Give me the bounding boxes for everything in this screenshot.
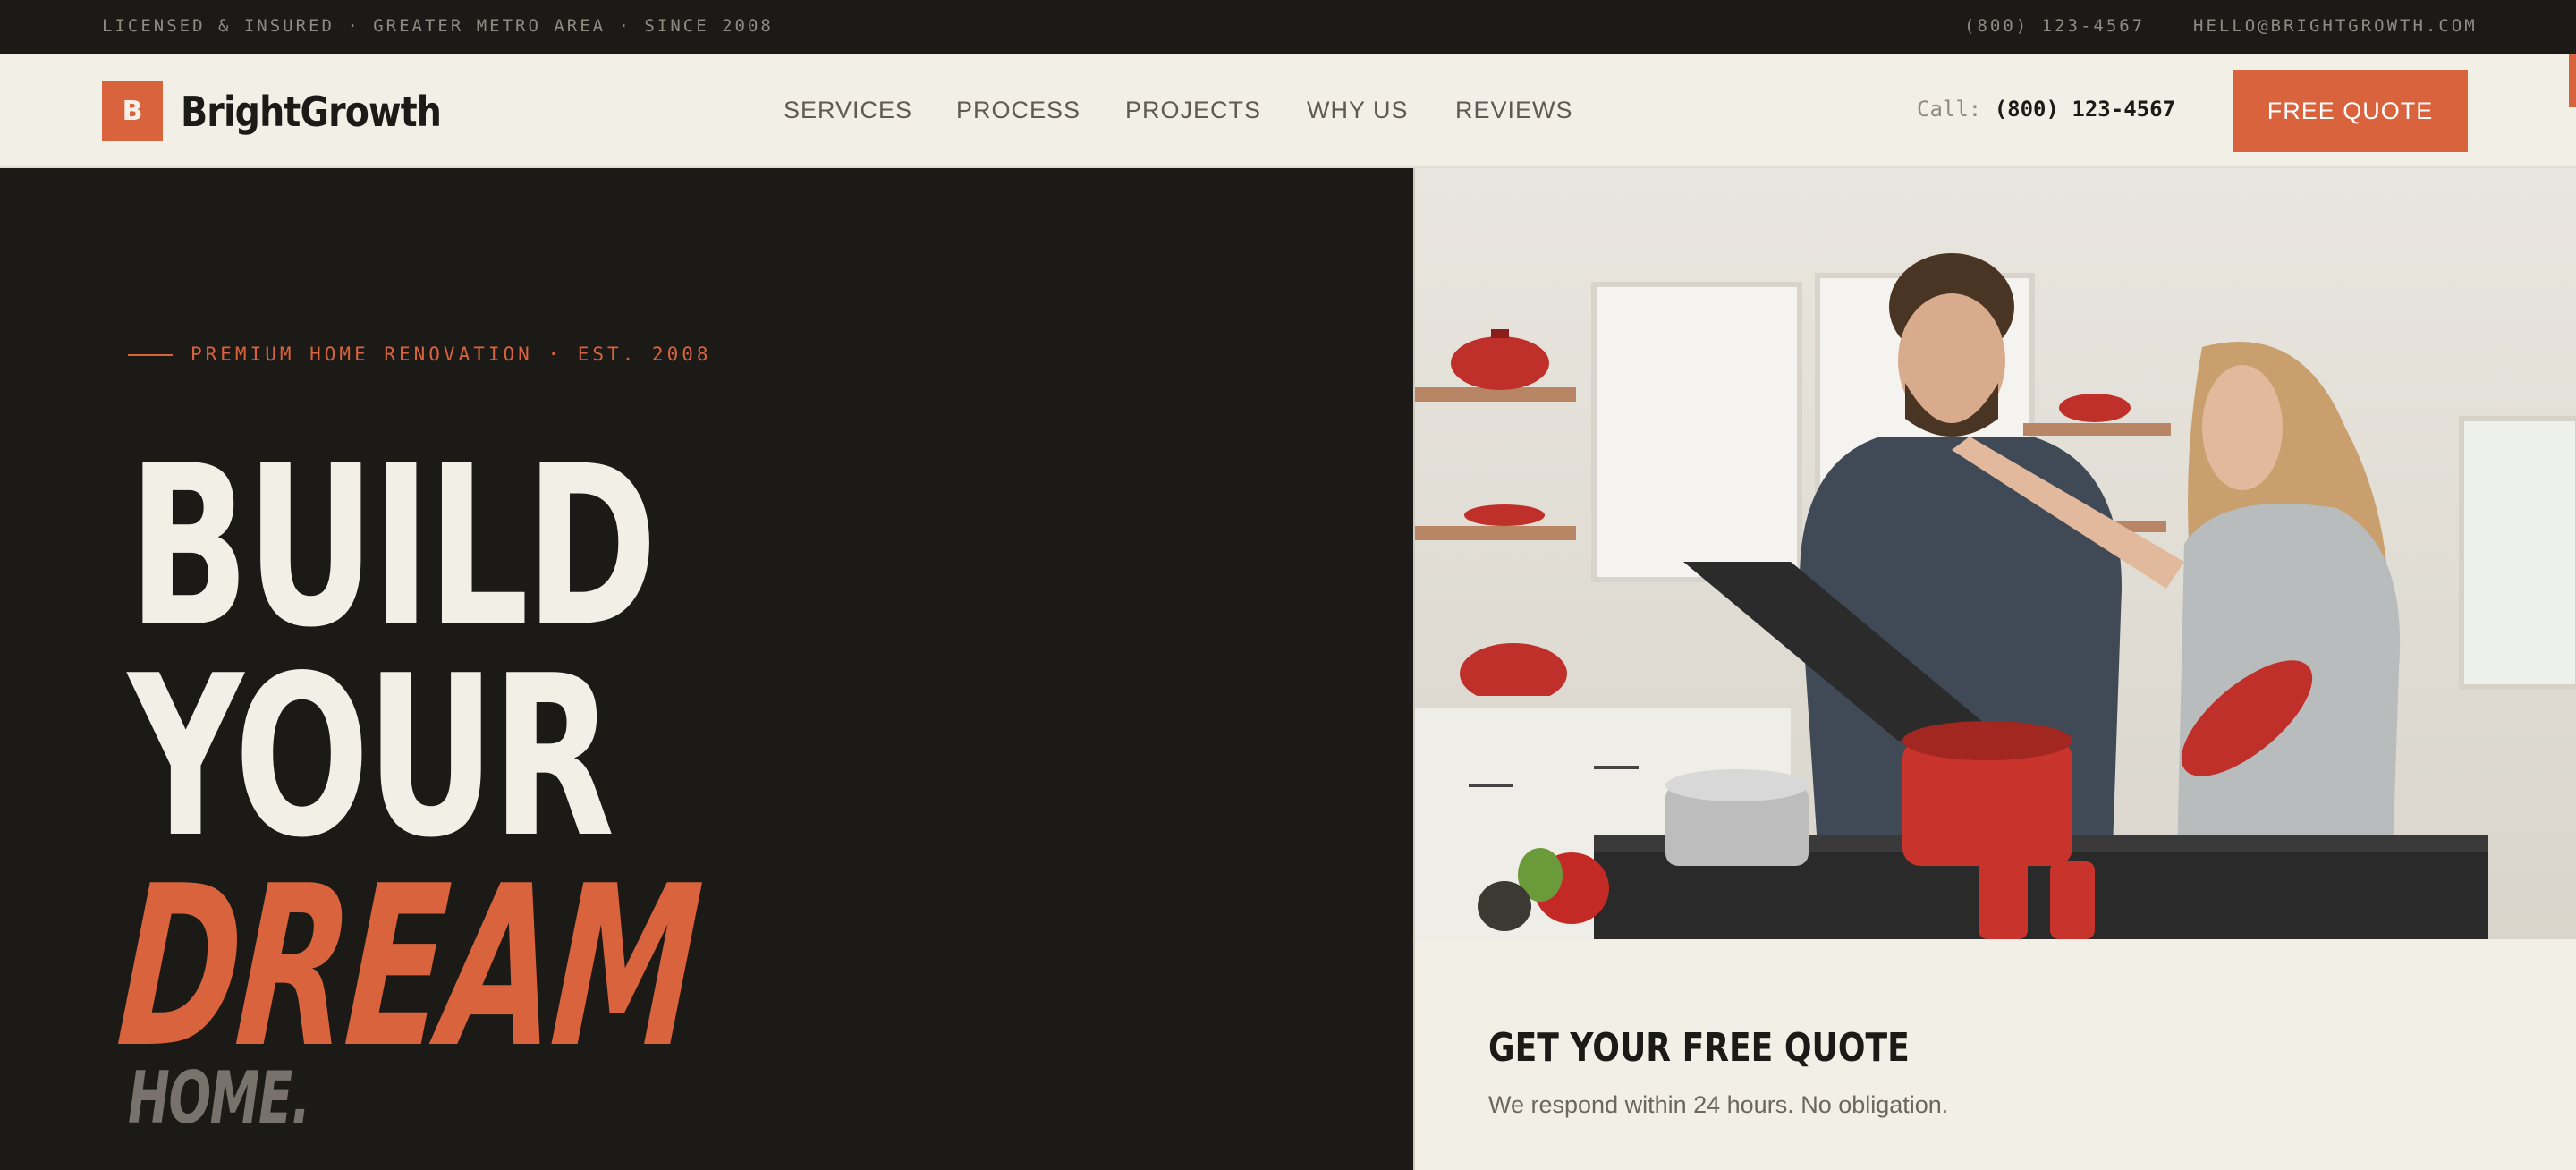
site-header: B BrightGrowth SERVICES PROCESS PROJECTS… xyxy=(0,54,2576,168)
utility-bar: LICENSED & INSURED · GREATER METRO AREA … xyxy=(0,0,2576,54)
headline-line-dream: DREAM xyxy=(111,839,705,1097)
hero-section: PREMIUM HOME RENOVATION · EST. 2008 BUIL… xyxy=(0,168,1413,1170)
nav-projects[interactable]: PROJECTS xyxy=(1125,97,1261,124)
hero-photo-kitchen-couple xyxy=(1413,168,2576,939)
nav-services[interactable]: SERVICES xyxy=(784,97,912,124)
utility-email-link[interactable]: HELLO@BRIGHTGROWTH.COM xyxy=(2193,16,2478,36)
quote-title: GET YOUR FREE QUOTE xyxy=(1488,1025,1910,1071)
free-quote-button[interactable]: FREE QUOTE xyxy=(2233,70,2468,152)
eyebrow-rule xyxy=(128,354,173,356)
kitchen-illustration xyxy=(1415,253,2576,939)
scrollbar-thumb[interactable] xyxy=(2569,54,2576,107)
utility-tagline: LICENSED & INSURED · GREATER METRO AREA … xyxy=(102,16,774,36)
headline-line-your: YOUR xyxy=(128,629,614,886)
utility-phone-link[interactable]: (800) 123-4567 xyxy=(1964,16,2145,36)
header-call[interactable]: Call: (800) 123-4567 xyxy=(1917,97,2175,122)
quote-subtitle: We respond within 24 hours. No obligatio… xyxy=(1488,1091,1949,1118)
headline-line-build: BUILD xyxy=(128,419,657,676)
hero-eyebrow: PREMIUM HOME RENOVATION · EST. 2008 xyxy=(128,343,712,365)
call-label: Call: xyxy=(1917,97,1982,122)
eyebrow-text: PREMIUM HOME RENOVATION · EST. 2008 xyxy=(191,343,712,365)
nav-why-us[interactable]: WHY US xyxy=(1307,97,1409,124)
headline-line-home: HOME. xyxy=(128,1056,310,1140)
logo-mark[interactable]: B xyxy=(102,81,163,141)
brand-name[interactable]: BrightGrowth xyxy=(181,88,442,136)
call-number[interactable]: (800) 123-4567 xyxy=(1995,97,2175,122)
nav-process[interactable]: PROCESS xyxy=(956,97,1080,124)
quote-form-panel: GET YOUR FREE QUOTE We respond within 24… xyxy=(1413,939,2576,1170)
nav-reviews[interactable]: REVIEWS xyxy=(1455,97,1573,124)
